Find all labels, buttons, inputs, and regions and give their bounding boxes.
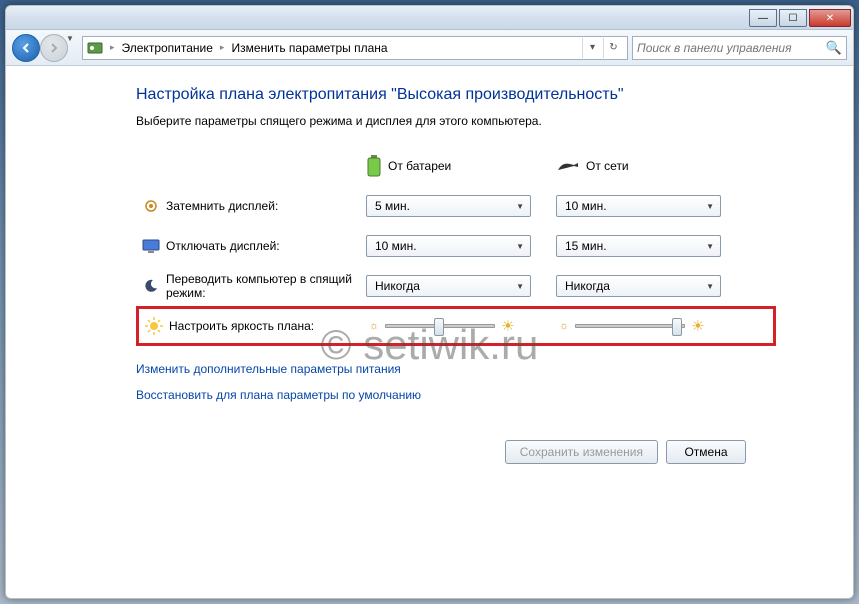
- slider-thumb[interactable]: [672, 318, 682, 336]
- nav-history-dropdown[interactable]: ▼: [66, 34, 78, 62]
- window: — ☐ ✕ ▼ ▸ Электропитание ▸ Изменить пара…: [5, 5, 854, 599]
- content-area: Настройка плана электропитания "Высокая …: [6, 66, 853, 598]
- sleep-plugged-dropdown[interactable]: Никогда ▼: [556, 275, 721, 297]
- setting-row-off: Отключать дисплей: 10 мин. ▼ 15 мин. ▼: [136, 226, 776, 266]
- setting-row-sleep: Переводить компьютер в спящий режим: Ник…: [136, 266, 776, 306]
- save-button[interactable]: Сохранить изменения: [505, 440, 658, 464]
- setting-label: Переводить компьютер в спящий режим:: [166, 272, 352, 300]
- search-icon[interactable]: 🔍: [826, 40, 842, 56]
- brightness-plugged-slider[interactable]: [575, 324, 685, 328]
- restore-defaults-link[interactable]: Восстановить для плана параметры по умол…: [136, 388, 776, 402]
- arrow-left-icon: [19, 41, 33, 55]
- brightness-high-icon: ☀: [501, 317, 514, 335]
- breadcrumb-item[interactable]: Электропитание: [122, 41, 213, 55]
- chevron-down-icon: ▼: [516, 242, 524, 251]
- cancel-button[interactable]: Отмена: [666, 440, 746, 464]
- titlebar: — ☐ ✕: [6, 6, 853, 30]
- search-box[interactable]: 🔍: [632, 36, 847, 60]
- brightness-high-icon: ☀: [691, 317, 704, 335]
- dim-plugged-dropdown[interactable]: 10 мин. ▼: [556, 195, 721, 217]
- off-battery-dropdown[interactable]: 10 мин. ▼: [366, 235, 531, 257]
- setting-label: Затемнить дисплей:: [166, 199, 278, 213]
- chevron-down-icon: ▼: [516, 282, 524, 291]
- dropdown-value: 10 мин.: [375, 239, 417, 253]
- setting-row-brightness: Настроить яркость плана: ☼ ☀ ☼ ☀: [136, 306, 776, 346]
- minimize-button[interactable]: —: [749, 9, 777, 27]
- nav-button-group: ▼: [12, 34, 78, 62]
- dropdown-value: 15 мин.: [565, 239, 607, 253]
- dropdown-value: Никогда: [375, 279, 420, 293]
- address-bar[interactable]: ▸ Электропитание ▸ Изменить параметры пл…: [82, 36, 628, 60]
- battery-icon: [366, 155, 382, 177]
- column-header-row: От батареи От сети: [136, 146, 776, 186]
- arrow-right-icon: [47, 41, 61, 55]
- sleep-icon: [143, 278, 159, 294]
- button-row: Сохранить изменения Отмена: [136, 440, 746, 464]
- chevron-down-icon: ▼: [516, 202, 524, 211]
- refresh-button[interactable]: ↻: [603, 38, 623, 58]
- advanced-settings-link[interactable]: Изменить дополнительные параметры питани…: [136, 362, 776, 376]
- page-subtext: Выберите параметры спящего режима и дисп…: [136, 114, 776, 128]
- chevron-down-icon: ▼: [706, 282, 714, 291]
- nav-forward-button[interactable]: [40, 34, 68, 62]
- column-label-battery: От батареи: [388, 159, 451, 173]
- dropdown-value: 5 мин.: [375, 199, 410, 213]
- navbar: ▼ ▸ Электропитание ▸ Изменить параметры …: [6, 30, 853, 66]
- off-plugged-dropdown[interactable]: 15 мин. ▼: [556, 235, 721, 257]
- sleep-battery-dropdown[interactable]: Никогда ▼: [366, 275, 531, 297]
- address-bar-buttons: ▾ ↻: [582, 38, 623, 58]
- nav-back-button[interactable]: [12, 34, 40, 62]
- brightness-battery-slider[interactable]: [385, 324, 495, 328]
- dim-battery-dropdown[interactable]: 5 мин. ▼: [366, 195, 531, 217]
- close-button[interactable]: ✕: [809, 9, 851, 27]
- plug-icon: [556, 158, 580, 174]
- chevron-down-icon: ▼: [706, 202, 714, 211]
- brightness-icon: [145, 317, 163, 335]
- search-input[interactable]: [637, 41, 826, 55]
- dim-display-icon: [143, 198, 159, 214]
- setting-label: Отключать дисплей:: [166, 239, 280, 253]
- setting-row-dim: Затемнить дисплей: 5 мин. ▼ 10 мин. ▼: [136, 186, 776, 226]
- display-off-icon: [142, 238, 160, 254]
- page-heading: Настройка плана электропитания "Высокая …: [136, 86, 776, 104]
- control-panel-icon: [87, 40, 103, 56]
- column-label-plugged: От сети: [586, 159, 629, 173]
- chevron-down-icon: ▼: [706, 242, 714, 251]
- breadcrumb-separator: ▸: [110, 42, 115, 53]
- breadcrumb-separator: ▸: [220, 42, 225, 53]
- dropdown-value: Никогда: [565, 279, 610, 293]
- setting-label: Настроить яркость плана:: [169, 319, 314, 333]
- breadcrumb-item[interactable]: Изменить параметры плана: [231, 41, 387, 55]
- brightness-low-icon: ☼: [559, 320, 569, 332]
- dropdown-value: 10 мин.: [565, 199, 607, 213]
- address-dropdown-button[interactable]: ▾: [582, 38, 602, 58]
- maximize-button[interactable]: ☐: [779, 9, 807, 27]
- brightness-low-icon: ☼: [369, 320, 379, 332]
- slider-thumb[interactable]: [434, 318, 444, 336]
